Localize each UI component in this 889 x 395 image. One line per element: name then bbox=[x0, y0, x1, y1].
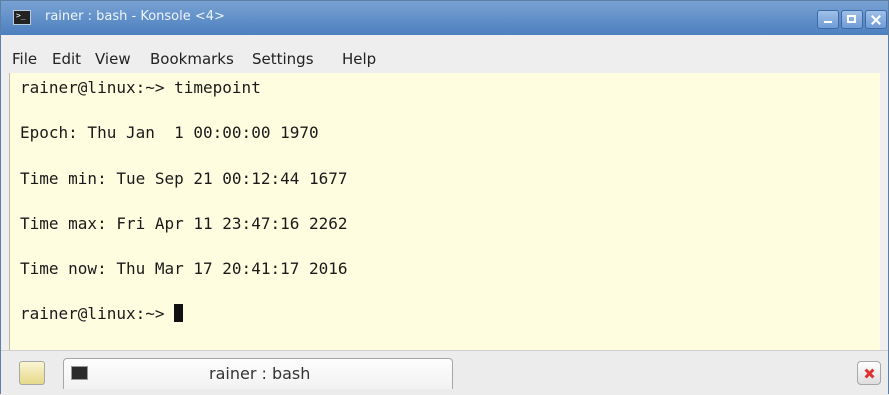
terminal-output[interactable]: rainer@linux:~> timepoint Epoch: Thu Jan… bbox=[9, 73, 880, 350]
new-tab-button[interactable] bbox=[19, 361, 45, 385]
minimize-button[interactable] bbox=[817, 10, 839, 29]
terminal-line-time-max: Time max: Fri Apr 11 23:47:16 2262 bbox=[20, 214, 348, 233]
terminal-line-command: rainer@linux:~> timepoint bbox=[20, 78, 261, 97]
menu-settings[interactable]: Settings bbox=[252, 49, 314, 69]
tab-bar: rainer : bash bbox=[1, 350, 888, 395]
close-tab-button[interactable] bbox=[857, 361, 881, 385]
menu-file[interactable]: File bbox=[12, 49, 37, 69]
close-button[interactable] bbox=[865, 10, 887, 29]
menu-view[interactable]: View bbox=[95, 49, 131, 69]
terminal-line-epoch: Epoch: Thu Jan 1 00:00:00 1970 bbox=[20, 123, 319, 142]
window-title: rainer : bash - Konsole <4> bbox=[45, 9, 225, 24]
terminal-line-time-now: Time now: Thu Mar 17 20:41:17 2016 bbox=[20, 259, 348, 278]
terminal-cursor bbox=[174, 304, 184, 322]
konsole-window: rainer : bash - Konsole <4> File Edit Vi… bbox=[0, 0, 889, 395]
terminal-icon bbox=[71, 366, 88, 380]
tab-label: rainer : bash bbox=[209, 364, 311, 383]
tab-rainer-bash[interactable]: rainer : bash bbox=[63, 358, 453, 389]
terminal-icon bbox=[13, 10, 31, 25]
menu-bookmarks[interactable]: Bookmarks bbox=[150, 49, 234, 69]
menu-help[interactable]: Help bbox=[342, 49, 376, 69]
menu-bar bbox=[1, 35, 888, 73]
maximize-button[interactable] bbox=[841, 10, 863, 29]
menu-edit[interactable]: Edit bbox=[52, 49, 81, 69]
terminal-line-time-min: Time min: Tue Sep 21 00:12:44 1677 bbox=[20, 169, 348, 188]
terminal-prompt: rainer@linux:~> bbox=[20, 304, 175, 323]
terminal-prompt-line: rainer@linux:~> bbox=[20, 304, 184, 324]
title-bar[interactable]: rainer : bash - Konsole <4> bbox=[1, 1, 888, 35]
